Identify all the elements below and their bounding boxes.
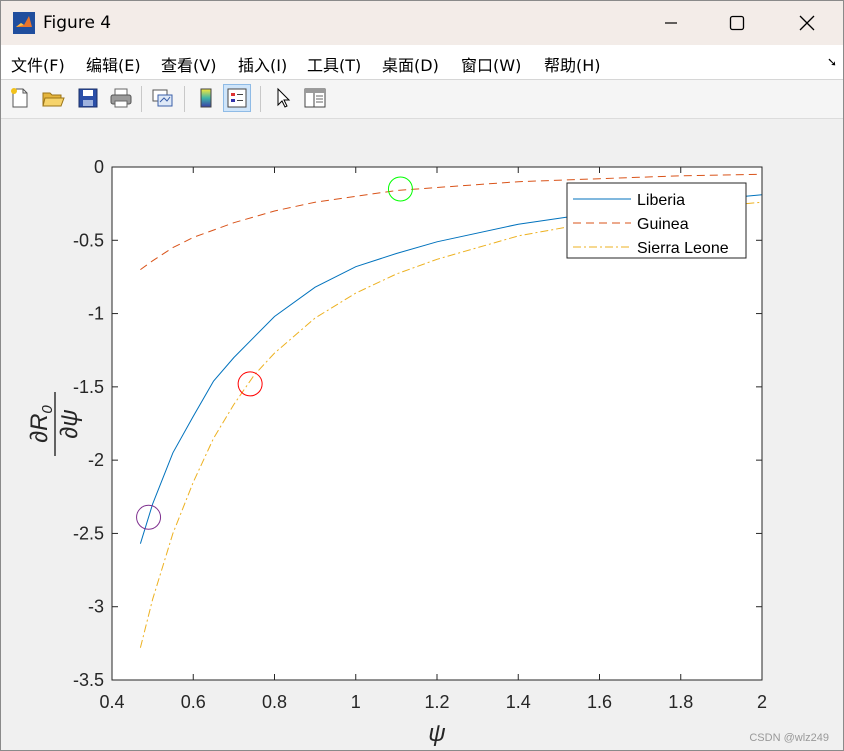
menu-file[interactable]: 文件(F) xyxy=(11,52,65,76)
y-tick-label: -3 xyxy=(88,597,104,617)
figure-toolbar xyxy=(1,80,843,119)
x-tick-label: 1.2 xyxy=(424,692,449,712)
x-tick-label: 0.6 xyxy=(181,692,206,712)
y-tick-label: -0.5 xyxy=(73,230,104,250)
toolbar-separator xyxy=(141,86,142,112)
title-bar[interactable]: Figure 4 xyxy=(1,1,843,45)
new-figure-icon xyxy=(11,88,28,108)
y-tick-label: -2.5 xyxy=(73,523,104,543)
y-axis-label: ∂R0 ∂ψ xyxy=(26,392,83,456)
y-tick-label: -2 xyxy=(88,450,104,470)
x-tick-label: 2 xyxy=(757,692,767,712)
y-tick-label: -1.5 xyxy=(73,377,104,397)
save-icon xyxy=(78,88,98,108)
menu-help[interactable]: 帮助(H) xyxy=(544,52,601,76)
close-button[interactable] xyxy=(779,1,835,45)
menu-insert[interactable]: 插入(I) xyxy=(238,52,287,76)
matlab-logo-icon xyxy=(13,12,35,34)
print-button[interactable] xyxy=(107,84,135,112)
legend-label-liberia: Liberia xyxy=(637,192,685,209)
svg-text:∂R0: ∂R0 xyxy=(26,405,56,443)
property-editor-button[interactable] xyxy=(301,84,329,112)
legend-button[interactable] xyxy=(223,84,251,112)
svg-text:∂ψ: ∂ψ xyxy=(56,409,83,438)
y-tick-label: -3.5 xyxy=(73,670,104,690)
print-icon xyxy=(110,88,132,108)
menu-tools[interactable]: 工具(T) xyxy=(307,52,361,76)
maximize-button[interactable] xyxy=(709,1,765,45)
property-editor-icon xyxy=(304,88,326,108)
x-tick-label: 1.6 xyxy=(587,692,612,712)
close-icon xyxy=(799,15,815,31)
x-tick-label: 1.8 xyxy=(668,692,693,712)
y-tick-label: -1 xyxy=(88,304,104,324)
figure-window: Figure 4 文件(F) 编辑(E) 查看(V) 插入(I) 工具(T) 桌… xyxy=(0,0,844,751)
colorbar-button[interactable] xyxy=(192,84,220,112)
pointer-icon xyxy=(277,87,291,108)
link-plot-icon xyxy=(152,89,173,107)
legend-icon xyxy=(227,88,247,108)
dock-arrow-icon[interactable]: ➘ xyxy=(827,55,837,69)
x-tick-label: 1 xyxy=(351,692,361,712)
window-title: Figure 4 xyxy=(43,13,112,33)
menu-edit[interactable]: 编辑(E) xyxy=(86,52,141,76)
colorbar-icon xyxy=(200,88,212,108)
x-tick-label: 0.4 xyxy=(99,692,124,712)
link-plot-button[interactable] xyxy=(149,84,177,112)
new-figure-button[interactable] xyxy=(6,84,34,112)
menu-desktop[interactable]: 桌面(D) xyxy=(382,52,439,76)
line-chart[interactable]: 0.4 0.6 0.8 1 1.2 1.4 1.6 1.8 2 0 -0.5 -1 -1.5 -2 -2.5… xyxy=(1,119,843,750)
open-file-button[interactable] xyxy=(39,84,67,112)
x-axis-label: ψ xyxy=(428,720,445,747)
toolbar-separator xyxy=(184,86,185,112)
legend-label-sierra-leone: Sierra Leone xyxy=(637,240,729,257)
x-tick-label: 1.4 xyxy=(506,692,531,712)
y-tick-label: 0 xyxy=(94,157,104,177)
menu-window[interactable]: 窗口(W) xyxy=(461,52,521,76)
legend-label-guinea: Guinea xyxy=(637,216,689,233)
toolbar-separator xyxy=(260,86,261,112)
x-tick-label: 0.8 xyxy=(262,692,287,712)
pointer-button[interactable] xyxy=(269,84,297,112)
menu-view[interactable]: 查看(V) xyxy=(161,52,216,76)
minimize-button[interactable] xyxy=(643,1,699,45)
maximize-icon xyxy=(729,15,745,31)
watermark: CSDN @wlz249 xyxy=(749,732,829,744)
open-file-icon xyxy=(42,92,65,107)
legend[interactable]: Liberia Guinea Sierra Leone xyxy=(566,182,747,259)
menu-bar: 文件(F) 编辑(E) 查看(V) 插入(I) 工具(T) 桌面(D) 窗口(W… xyxy=(1,45,843,80)
save-button[interactable] xyxy=(74,84,102,112)
minimize-icon xyxy=(665,22,677,24)
figure-canvas: 0.4 0.6 0.8 1 1.2 1.4 1.6 1.8 2 0 -0.5 -1 -1.5 -2 -2.5… xyxy=(1,119,843,750)
